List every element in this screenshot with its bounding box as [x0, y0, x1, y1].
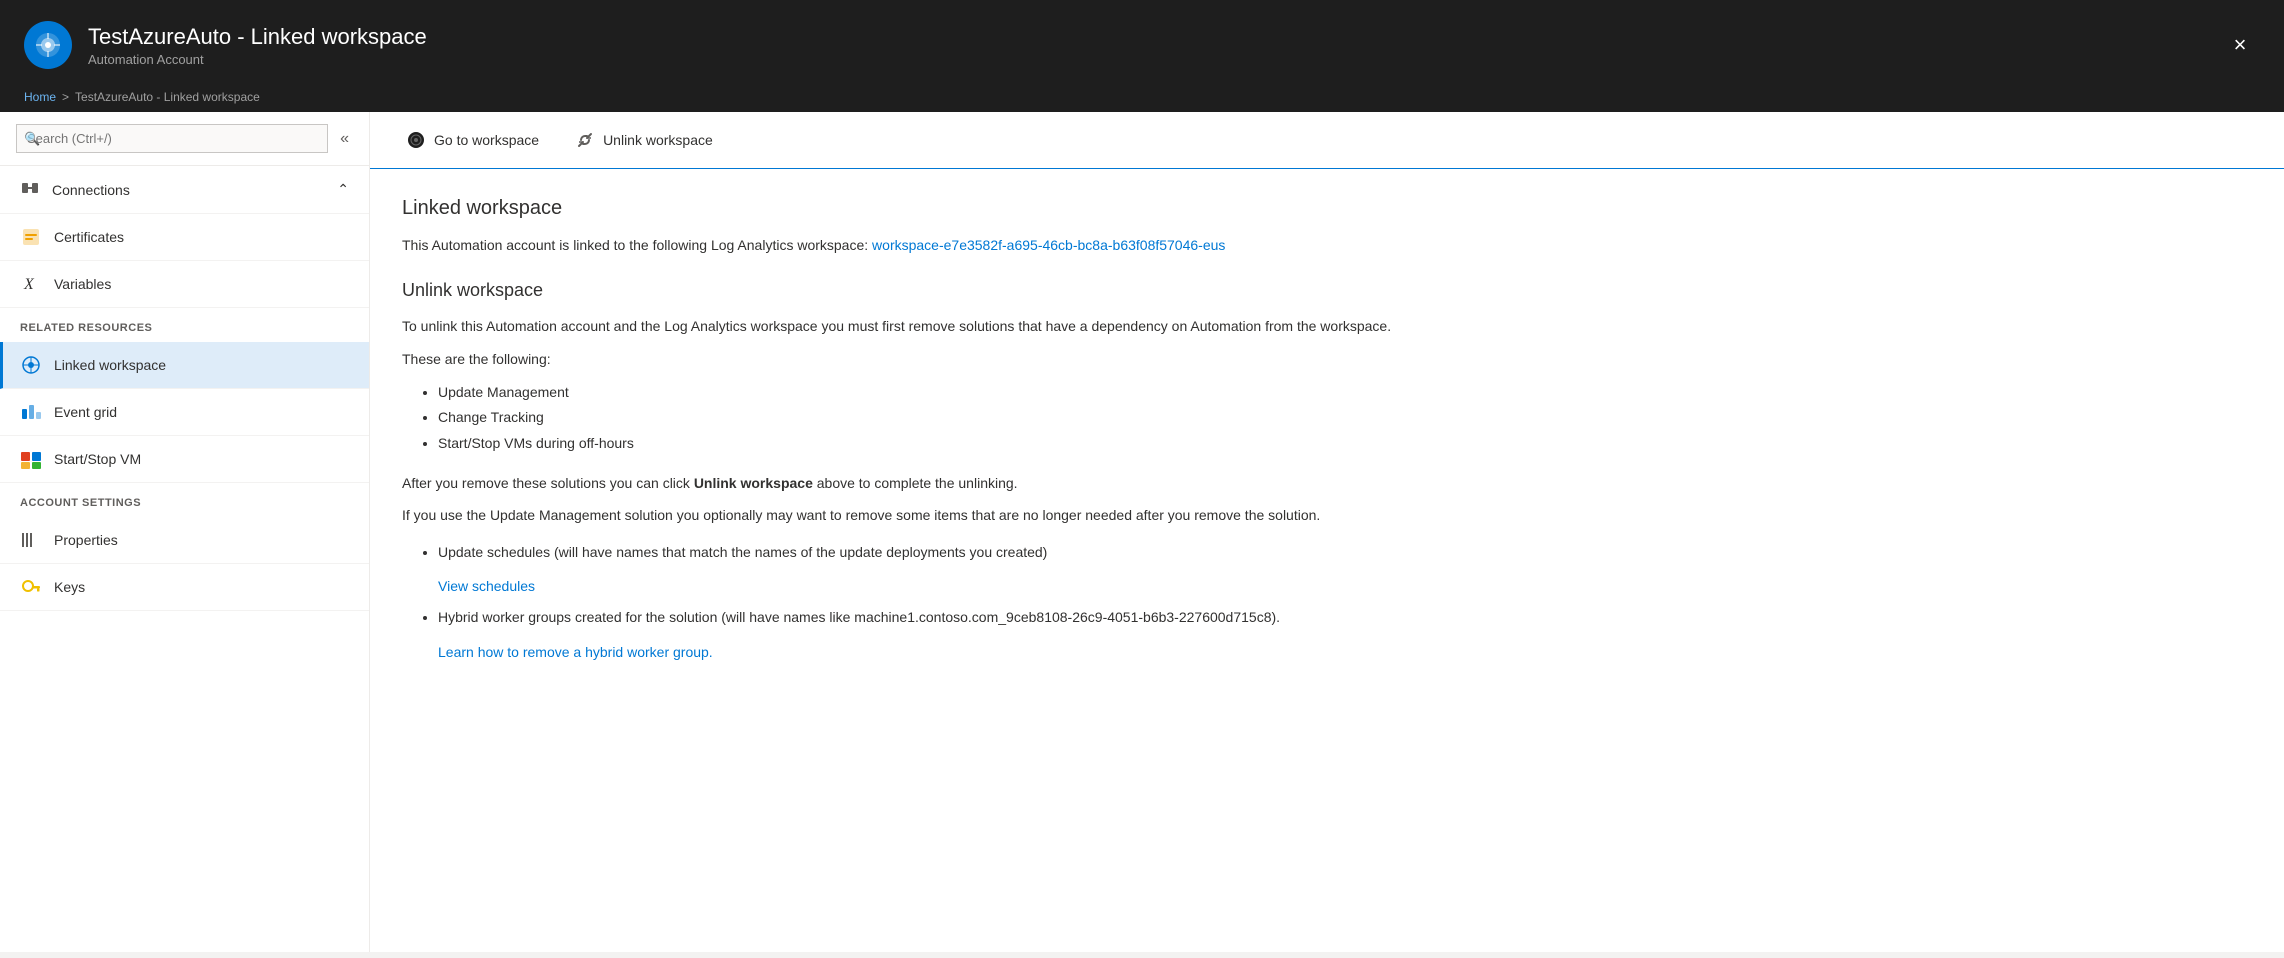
event-grid-label: Event grid [54, 404, 117, 420]
sidebar: 🔍 « Connections ⌃ [0, 112, 370, 952]
breadcrumb-home[interactable]: Home [24, 90, 56, 104]
sub-title: Automation Account [88, 52, 427, 67]
unlink-workspace-icon [575, 130, 595, 150]
account-settings-header: ACCOUNT SETTINGS [0, 483, 369, 517]
unlink-workspace-button[interactable]: Unlink workspace [559, 122, 729, 158]
after-remove-bold: Unlink workspace [694, 475, 813, 491]
chevron-up-icon: ⌃ [337, 181, 349, 198]
learn-how-link[interactable]: Learn how to remove a hybrid worker grou… [438, 637, 2138, 668]
after-remove-text1: After you remove these solutions you can… [402, 475, 694, 491]
view-schedules-link[interactable]: View schedules [438, 571, 2138, 602]
close-button[interactable]: × [2220, 25, 2260, 65]
connections-left: Connections [20, 178, 130, 201]
content-body: Linked workspace This Automation account… [370, 169, 2170, 712]
sub-bullet-text-2: Hybrid worker groups created for the sol… [438, 609, 1280, 625]
properties-label: Properties [54, 532, 118, 548]
title-text: TestAzureAuto - Linked workspace Automat… [88, 24, 427, 67]
variables-icon: X [20, 273, 42, 295]
keys-icon [20, 576, 42, 598]
toolbar: Go to workspace Unlink workspace [370, 112, 2284, 169]
linked-workspace-icon [20, 354, 42, 376]
workspace-link[interactable]: workspace-e7e3582f-a695-46cb-bc8a-b63f08… [872, 237, 1225, 253]
sidebar-item-event-grid[interactable]: Event grid [0, 389, 369, 436]
variables-label: Variables [54, 276, 111, 292]
main-layout: 🔍 « Connections ⌃ [0, 112, 2284, 952]
sidebar-item-start-stop-vm[interactable]: Start/Stop VM [0, 436, 369, 483]
search-input[interactable] [16, 124, 328, 153]
if-use-update: If you use the Update Management solutio… [402, 504, 2138, 526]
event-grid-icon [20, 401, 42, 423]
certificates-label: Certificates [54, 229, 124, 245]
section1-title: Linked workspace [402, 197, 2138, 220]
go-to-workspace-icon [406, 130, 426, 150]
after-remove-text2: above to complete the unlinking. [813, 475, 1018, 491]
svg-text:X: X [23, 276, 35, 293]
list-item: Change Tracking [438, 405, 2138, 430]
sidebar-item-linked-workspace[interactable]: Linked workspace [0, 342, 369, 389]
sidebar-item-connections[interactable]: Connections ⌃ [0, 166, 369, 214]
app-icon [24, 21, 72, 69]
breadcrumb-current: TestAzureAuto - Linked workspace [75, 90, 260, 104]
content-area: Go to workspace Unlink workspace Lin [370, 112, 2284, 952]
main-title: TestAzureAuto - Linked workspace [88, 24, 427, 50]
sub-bullet-text-1: Update schedules (will have names that m… [438, 544, 1047, 560]
bullet-list: Update Management Change Tracking Start/… [402, 380, 2138, 456]
linked-workspace-label: Linked workspace [54, 357, 166, 373]
start-stop-vm-label: Start/Stop VM [54, 451, 141, 467]
list-item: Start/Stop VMs during off-hours [438, 431, 2138, 456]
unlink-workspace-label: Unlink workspace [603, 132, 713, 148]
certificates-icon [20, 226, 42, 248]
connections-icon [20, 178, 40, 201]
collapse-button[interactable]: « [336, 126, 353, 152]
breadcrumb-separator: > [62, 90, 69, 104]
search-bar: 🔍 « [0, 112, 369, 166]
related-resources-header: RELATED RESOURCES [0, 308, 369, 342]
sidebar-item-variables[interactable]: X Variables [0, 261, 369, 308]
sidebar-item-properties[interactable]: Properties [0, 517, 369, 564]
intro-text: This Automation account is linked to the… [402, 237, 868, 253]
list-item: Update Management [438, 380, 2138, 405]
after-remove-paragraph: After you remove these solutions you can… [402, 472, 2138, 494]
sub-bullet-list: Update schedules (will have names that m… [402, 537, 2138, 668]
start-stop-vm-icon [20, 448, 42, 470]
search-wrapper: 🔍 [16, 124, 328, 153]
properties-icon [20, 529, 42, 551]
intro-paragraph: This Automation account is linked to the… [402, 234, 2138, 256]
sidebar-item-keys[interactable]: Keys [0, 564, 369, 611]
these-following: These are the following: [402, 348, 2138, 370]
title-bar: TestAzureAuto - Linked workspace Automat… [0, 0, 2284, 90]
go-to-workspace-button[interactable]: Go to workspace [390, 122, 555, 158]
connections-label: Connections [52, 182, 130, 198]
section2-title: Unlink workspace [402, 280, 2138, 301]
go-to-workspace-label: Go to workspace [434, 132, 539, 148]
list-item: Update schedules (will have names that m… [438, 537, 2138, 603]
breadcrumb: Home > TestAzureAuto - Linked workspace [0, 90, 2284, 112]
keys-label: Keys [54, 579, 85, 595]
sidebar-item-certificates[interactable]: Certificates [0, 214, 369, 261]
list-item: Hybrid worker groups created for the sol… [438, 602, 2138, 668]
unlink-desc: To unlink this Automation account and th… [402, 315, 2138, 337]
